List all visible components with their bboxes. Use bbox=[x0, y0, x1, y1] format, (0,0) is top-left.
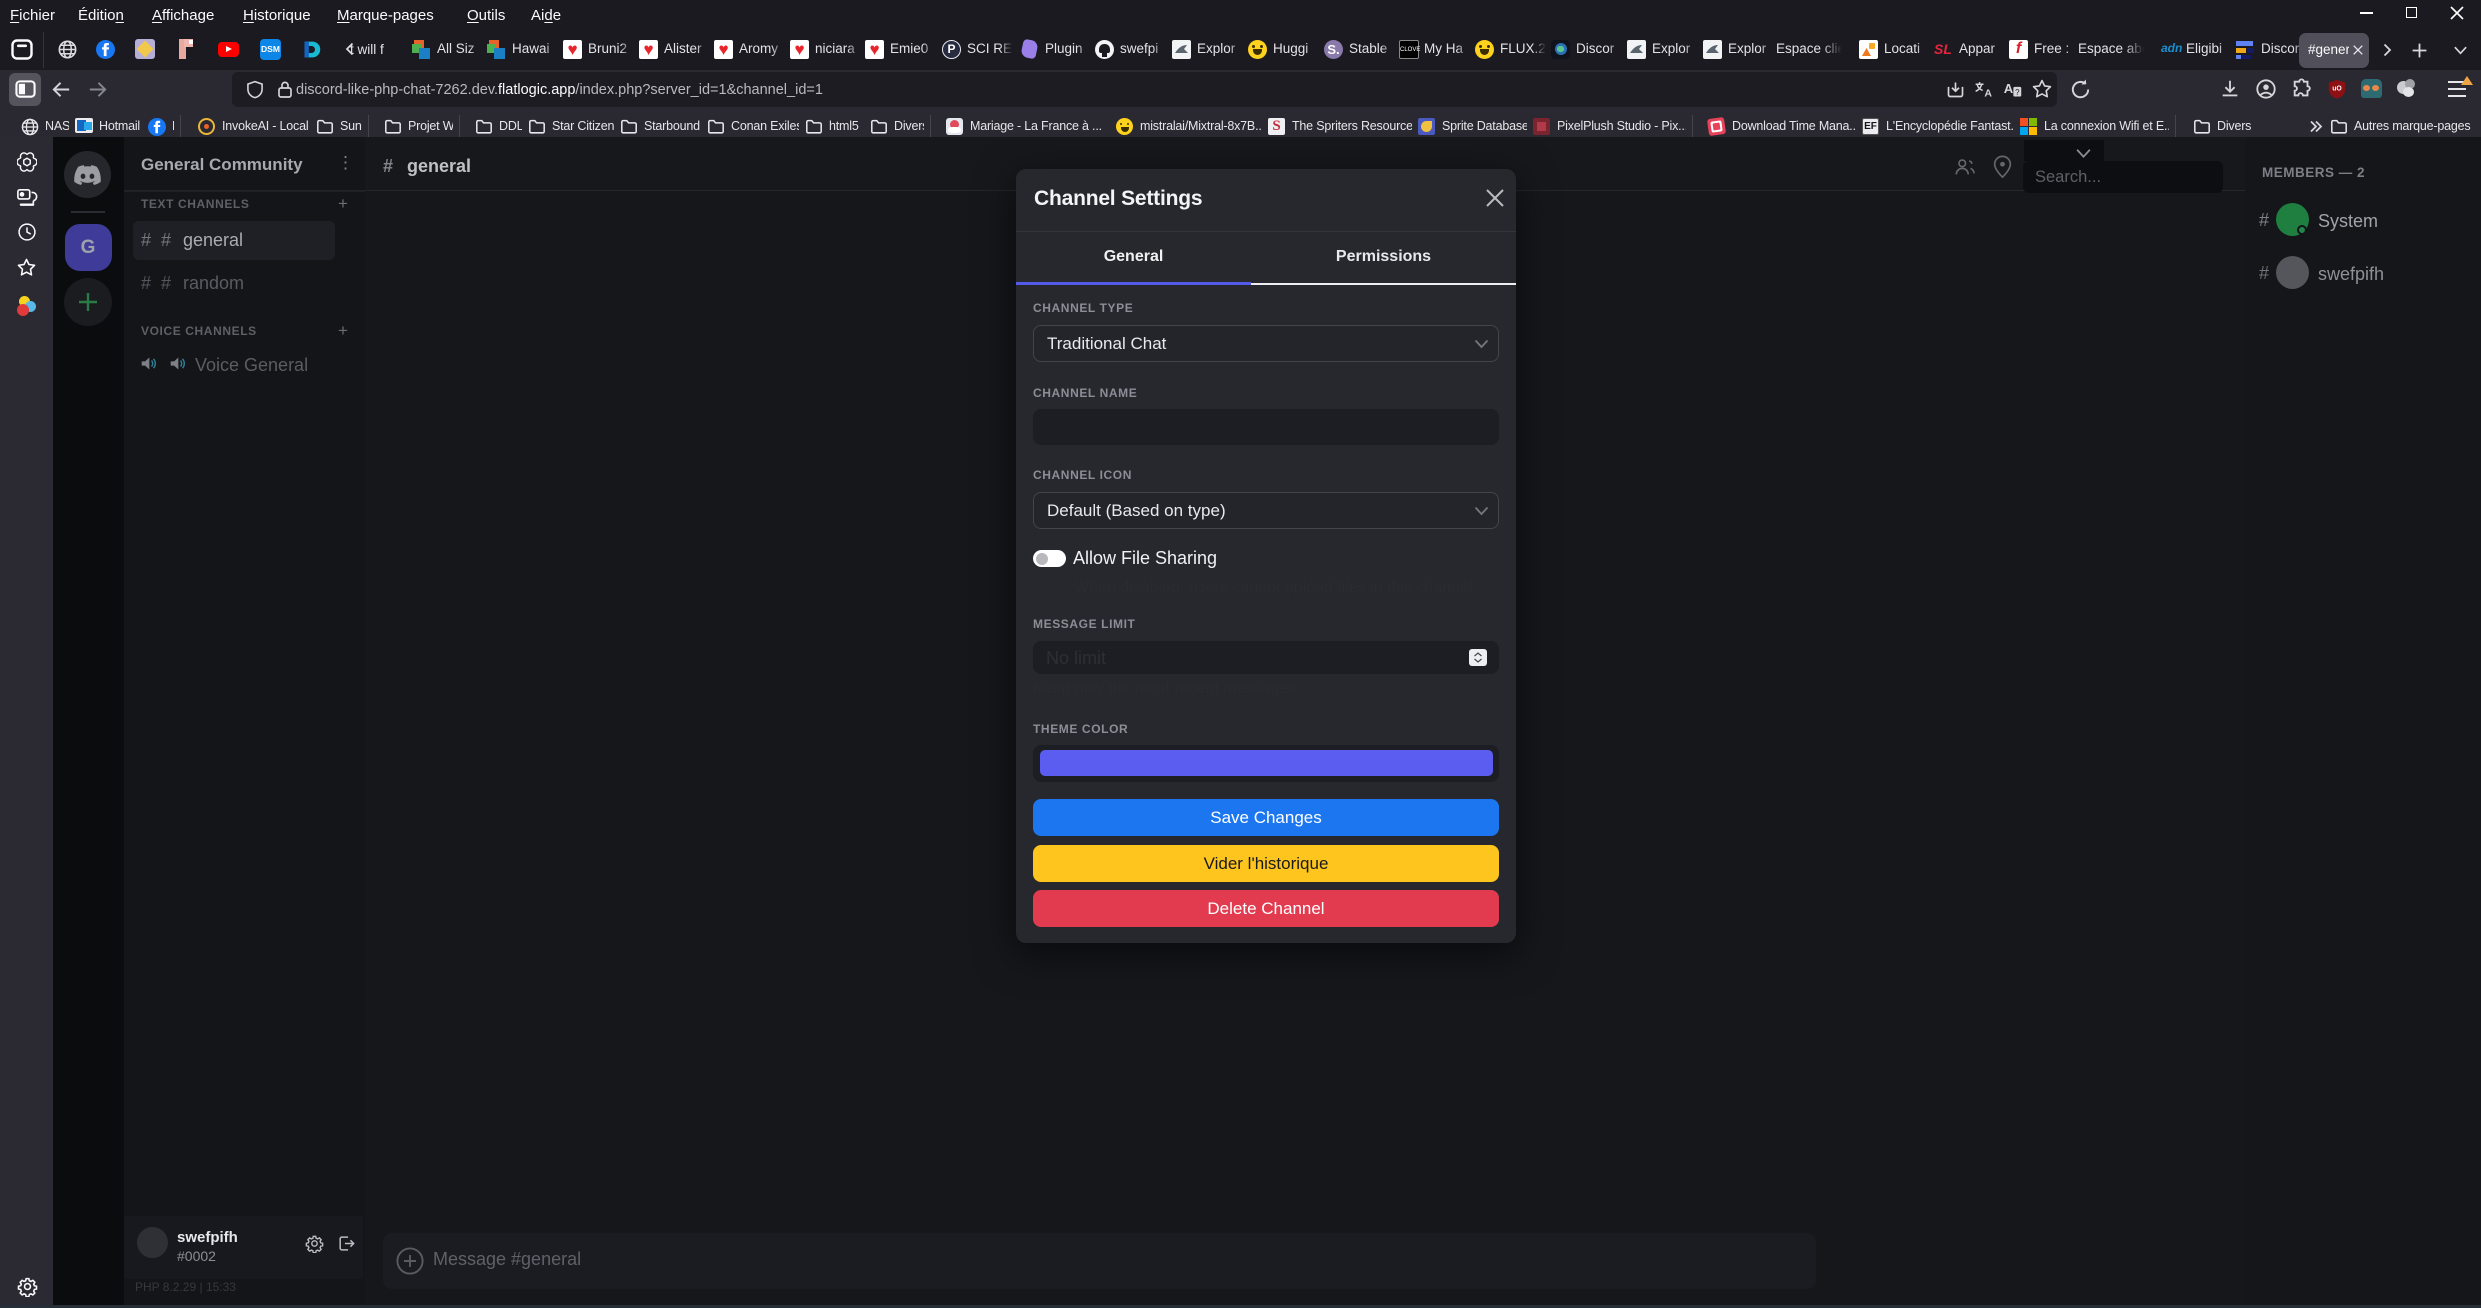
svg-text:uO: uO bbox=[2332, 85, 2342, 92]
svg-text:A: A bbox=[2004, 81, 2014, 96]
svg-text:A: A bbox=[1984, 88, 1992, 100]
svg-text:?: ? bbox=[2015, 88, 2020, 97]
